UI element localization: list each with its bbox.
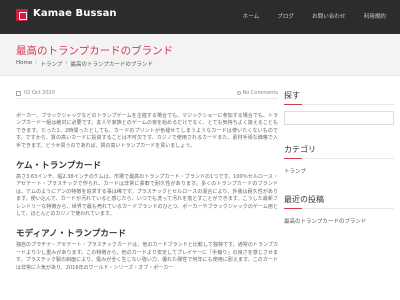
post-meta: 02 Oct 2020 No Comments — [16, 85, 278, 99]
breadcrumb-separator: › — [65, 60, 68, 66]
nav-contact[interactable]: お問い合わせ — [312, 12, 346, 20]
recent-posts-widget-title: 最近の投稿 — [284, 194, 394, 209]
nav-terms[interactable]: 利用規約 — [364, 12, 386, 20]
post-date: 02 Oct 2020 — [16, 90, 55, 96]
page-banner: 最高のトランプカードのブランド Home › トランプ › 最高のトランプカード… — [0, 34, 400, 76]
post-intro: ポーカー、ブラックジャックなどのトランプゲームを主催する場合でも、マジックショー… — [16, 113, 278, 149]
main-nav: ホーム ブログ お問い合わせ 利用規約 — [243, 12, 386, 20]
sidebar: 探す カテゴリ トランプ 最近の投稿 最高のトランプカードのブランド — [284, 90, 394, 225]
breadcrumb: Home › トランプ › 最高のトランプカードのブランド — [16, 60, 153, 68]
post-comments-text[interactable]: No Comments — [243, 90, 279, 96]
breadcrumb-category[interactable]: トランプ — [40, 60, 62, 68]
breadcrumb-home[interactable]: Home — [16, 60, 32, 68]
search-widget: 探す — [284, 90, 394, 125]
logo-icon[interactable] — [16, 9, 28, 21]
post-comments[interactable]: No Comments — [236, 90, 279, 96]
section-heading-modiano: モディアノ・トランプカード — [16, 229, 127, 240]
post-content: 02 Oct 2020 No Comments ポーカー、ブラックジャックなどの… — [16, 85, 278, 272]
search-input[interactable] — [284, 111, 394, 125]
comment-icon — [236, 91, 241, 95]
site-title[interactable]: Kamae Bussan — [33, 8, 117, 19]
breadcrumb-separator: › — [35, 60, 38, 66]
post-date-text: 02 Oct 2020 — [24, 90, 55, 96]
categories-widget-title: カテゴリ — [284, 144, 394, 159]
site-header: Kamae Bussan ホーム ブログ お問い合わせ 利用規約 — [0, 0, 400, 34]
nav-home[interactable]: ホーム — [243, 12, 260, 20]
breadcrumb-current: 最高のトランプカードのブランド — [70, 62, 153, 68]
recent-post-item[interactable]: 最高のトランプカードのブランド — [284, 217, 394, 225]
section-heading-kem: ケム・トランプカード — [16, 161, 102, 172]
categories-widget: カテゴリ トランプ — [284, 144, 394, 175]
search-widget-title: 探す — [284, 90, 394, 105]
section-body-modiano: 独自のプラチナ・アセテート・プラスチックカードは、他のカードブランドと比較して独… — [16, 242, 278, 271]
recent-posts-widget: 最近の投稿 最高のトランプカードのブランド — [284, 194, 394, 225]
calendar-icon — [16, 90, 21, 96]
nav-blog[interactable]: ブログ — [277, 12, 294, 20]
category-item[interactable]: トランプ — [284, 167, 394, 175]
section-body-kem: 高さ3.63インチ、幅2.38インチのケムは、市場で最高のトランプカード・ブラン… — [16, 174, 278, 218]
page-title: 最高のトランプカードのブランド — [16, 45, 174, 57]
